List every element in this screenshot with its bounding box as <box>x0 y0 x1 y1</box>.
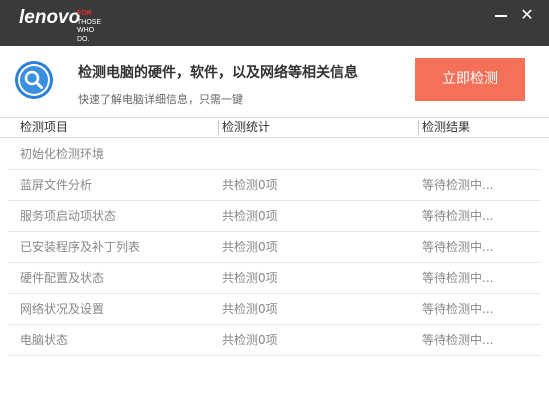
close-button[interactable]: ✕ <box>516 6 538 24</box>
header-panel: 检测电脑的硬件，软件，以及网络等相关信息 快速了解电脑详细信息，只需一键 立即检… <box>0 46 549 117</box>
row-item: 初始化检测环境 <box>20 147 105 161</box>
close-icon: ✕ <box>520 5 534 24</box>
row-item: 蓝屏文件分析 <box>20 178 93 192</box>
table-row: 硬件配置及状态 共检测0项 等待检测中... <box>8 263 541 294</box>
table-row: 服务项启动项状态 共检测0项 等待检测中... <box>8 201 541 232</box>
row-result: 等待检测中... <box>422 271 494 285</box>
header-title: 检测电脑的硬件，软件，以及网络等相关信息 <box>78 65 358 81</box>
search-icon <box>14 60 54 100</box>
row-stat: 共检测0项 <box>222 178 278 192</box>
column-header-item: 检测项目 <box>20 120 69 134</box>
title-bar: lenovo FOR THOSE WHO DO. ✕ <box>0 0 549 46</box>
table-row: 电脑状态 共检测0项 等待检测中... <box>8 325 541 356</box>
table-row: 蓝屏文件分析 共检测0项 等待检测中... <box>8 170 541 201</box>
logo-tagline: FOR THOSE WHO DO. <box>77 10 101 44</box>
column-header-stat: 检测统计 <box>222 120 271 134</box>
logo-wordmark: lenovo <box>19 7 81 28</box>
column-header-result: 检测结果 <box>422 120 471 134</box>
logo-tag-whodo: WHO DO. <box>77 27 95 43</box>
table-row: 网络状况及设置 共检测0项 等待检测中... <box>8 294 541 325</box>
row-item: 服务项启动项状态 <box>20 209 117 223</box>
row-stat: 共检测0项 <box>222 333 278 347</box>
row-item: 硬件配置及状态 <box>20 271 105 285</box>
row-stat: 共检测0项 <box>222 302 278 316</box>
minimize-button[interactable] <box>491 6 513 24</box>
row-item: 电脑状态 <box>20 333 69 347</box>
table-body: 初始化检测环境 蓝屏文件分析 共检测0项 等待检测中... 服务项启动项状态 共… <box>0 139 549 356</box>
header-subtitle: 快速了解电脑详细信息，只需一键 <box>78 93 243 106</box>
row-result: 等待检测中... <box>422 333 494 347</box>
table-row: 已安装程序及补丁列表 共检测0项 等待检测中... <box>8 232 541 263</box>
scan-now-button[interactable]: 立即检测 <box>415 58 525 101</box>
row-item: 已安装程序及补丁列表 <box>20 240 141 254</box>
table-header: 检测项目 检测统计 检测结果 <box>0 117 549 138</box>
logo-tag-those: THOSE <box>77 18 102 26</box>
table-row: 初始化检测环境 <box>8 139 541 170</box>
row-stat: 共检测0项 <box>222 240 278 254</box>
row-result: 等待检测中... <box>422 302 494 316</box>
row-stat: 共检测0项 <box>222 209 278 223</box>
logo-tag-for: FOR <box>77 10 92 17</box>
minimize-icon <box>495 15 507 17</box>
row-item: 网络状况及设置 <box>20 302 105 316</box>
row-result: 等待检测中... <box>422 178 494 192</box>
row-result: 等待检测中... <box>422 209 494 223</box>
row-result: 等待检测中... <box>422 240 494 254</box>
row-stat: 共检测0项 <box>222 271 278 285</box>
